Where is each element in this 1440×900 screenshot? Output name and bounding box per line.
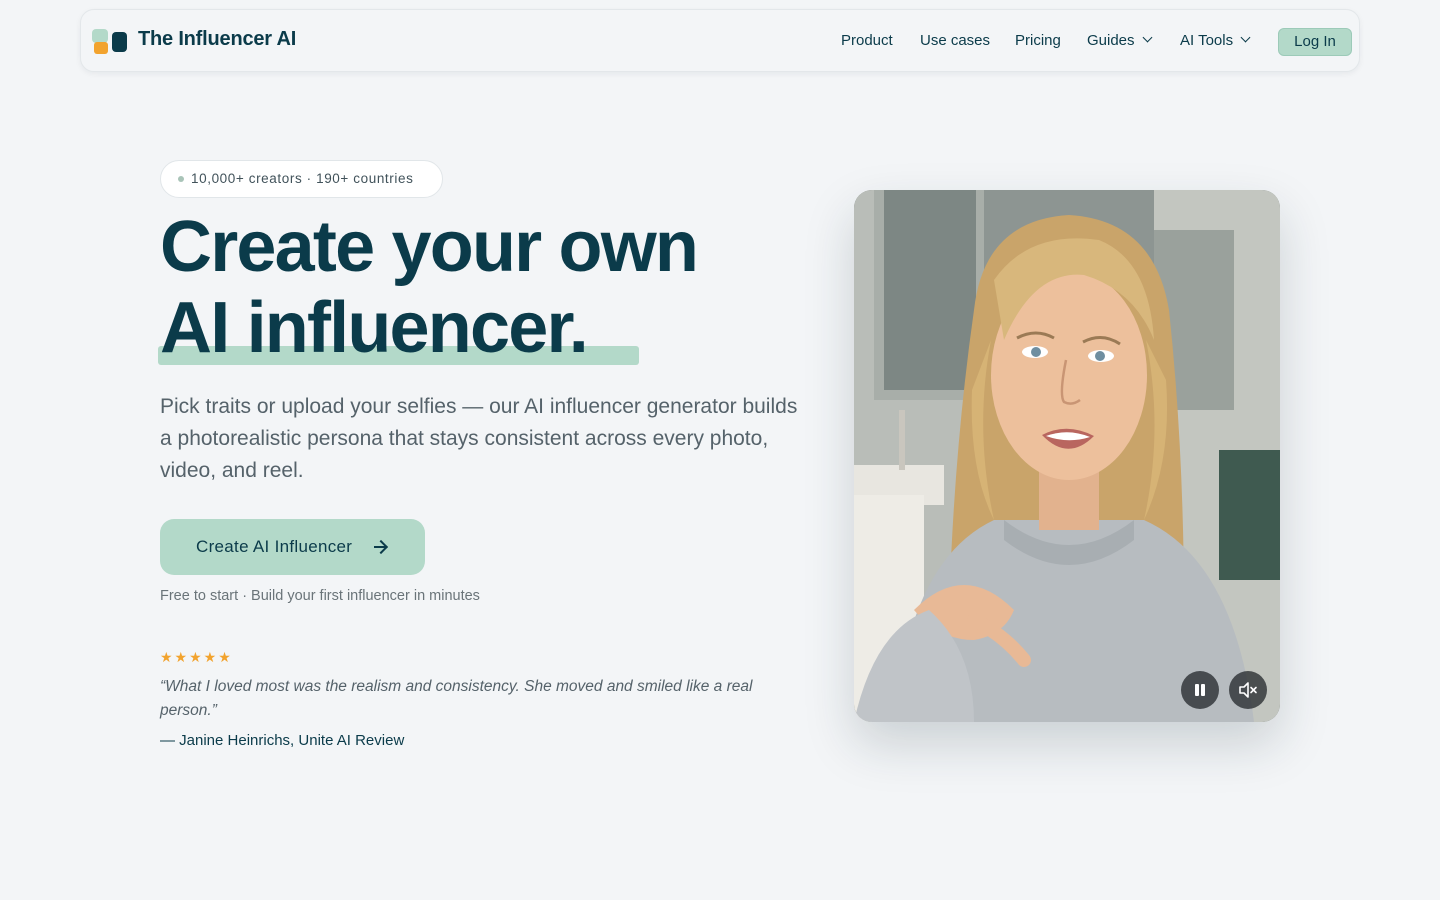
brand-logo-icon[interactable] (91, 29, 129, 55)
testimonial-author: — Janine Heinrichs, Unite AI Review (160, 732, 405, 749)
brand-name[interactable]: The Influencer AI (138, 28, 296, 51)
headline-line-1: Create your own (160, 207, 699, 287)
video-frame-illustration (854, 190, 1280, 722)
chevron-down-icon (1142, 32, 1152, 43)
arrow-right-icon (374, 546, 386, 548)
hero-video-player[interactable] (854, 190, 1280, 722)
create-ai-influencer-button[interactable]: Create AI Influencer (160, 519, 425, 575)
headline-line-2: AI influencer. (160, 288, 589, 368)
chevron-down-icon (1240, 32, 1251, 43)
nav-dropdown-guides-label: Guides (1087, 32, 1135, 49)
nav-link-product[interactable]: Product (841, 32, 893, 49)
stats-badge: 10,000+ creators · 190+ countries (160, 160, 443, 198)
cta-label: Create AI Influencer (196, 537, 353, 556)
top-navigation-bar: The Influencer AI Product Use cases Pric… (80, 9, 1360, 72)
rating-stars: ★★★★★ (160, 649, 233, 665)
nav-link-pricing[interactable]: Pricing (1015, 32, 1061, 49)
nav-dropdown-ai-tools-label: AI Tools (1180, 32, 1234, 49)
stats-badge-text: 10,000+ creators · 190+ countries (191, 171, 414, 186)
nav-dropdown-guides[interactable]: Guides (1087, 32, 1152, 49)
pause-icon-bar (1201, 684, 1205, 696)
pause-icon (1195, 684, 1199, 696)
cta-note: Free to start · Build your first influen… (160, 588, 480, 604)
mute-button[interactable] (1229, 671, 1267, 709)
nav-link-use-cases[interactable]: Use cases (920, 32, 990, 49)
pause-button[interactable] (1181, 671, 1219, 709)
badge-dot-icon (178, 176, 184, 182)
hero-subtitle: Pick traits or upload your selfies — our… (160, 395, 798, 482)
login-button[interactable]: Log In (1278, 28, 1352, 56)
volume-muted-icon (1239, 682, 1257, 698)
nav-dropdown-ai-tools[interactable]: AI Tools (1180, 32, 1251, 49)
testimonial-quote: “What I loved most was the realism and c… (160, 678, 753, 719)
